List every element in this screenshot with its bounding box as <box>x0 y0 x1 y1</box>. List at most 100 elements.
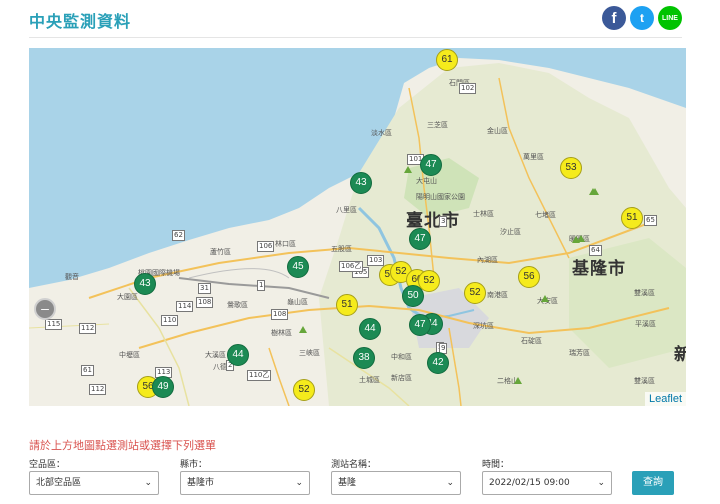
map-attribution[interactable]: Leaflet <box>644 392 686 406</box>
station-value: 基隆 <box>338 478 357 488</box>
mountain-icon <box>591 188 599 195</box>
station-marker[interactable]: 47 <box>409 314 431 336</box>
road-shield: 1 <box>257 280 266 291</box>
station-marker[interactable]: 50 <box>402 285 424 307</box>
facebook-icon[interactable]: f <box>602 6 626 30</box>
map-place-label: 新店區 <box>391 374 412 382</box>
road-shield: 3 <box>439 216 448 227</box>
page-title: 中央監測資料 <box>29 12 132 31</box>
road-shield: 115 <box>45 319 63 330</box>
map-place-label: 陽明山國家公園 <box>416 193 465 201</box>
road-shield: 62 <box>172 230 185 241</box>
station-marker[interactable]: 43 <box>134 273 156 295</box>
station-marker[interactable]: 45 <box>287 256 309 278</box>
map-place-label: 鶯歌區 <box>227 301 248 309</box>
social-share: f t LINE <box>602 6 682 30</box>
air-region-select[interactable]: 北部空品區 ⌄ <box>29 471 159 495</box>
map-city-label: 基隆市 <box>572 259 626 279</box>
map-place-label: 觀音 <box>65 273 79 281</box>
road-shield: 110乙 <box>247 370 272 381</box>
line-icon[interactable]: LINE <box>658 6 682 30</box>
road-shield: 110 <box>161 315 179 326</box>
time-value: 2022/02/15 09:00 <box>489 478 570 488</box>
map-place-label: 雙溪區 <box>634 289 655 297</box>
chevron-down-icon: ⌄ <box>597 478 605 488</box>
map-place-label: 七堵區 <box>535 211 556 219</box>
map-place-label: 雙溪區 <box>634 377 655 385</box>
station-marker[interactable]: 53 <box>560 157 582 179</box>
header-divider <box>29 37 682 38</box>
road-shield: 106 <box>257 241 275 252</box>
road-shield: 103 <box>367 255 385 266</box>
time-label: 時間： <box>482 460 510 470</box>
chevron-down-icon: ⌄ <box>295 478 303 488</box>
road-shield: 112 <box>79 323 97 334</box>
map-place-label: 南港區 <box>487 291 508 299</box>
county-label: 縣市： <box>180 460 208 470</box>
mountain-icon <box>577 235 585 242</box>
station-marker[interactable]: 51 <box>621 207 643 229</box>
map-place-label: 樹林區 <box>271 329 292 337</box>
map-place-label: 中和區 <box>391 353 412 361</box>
map-place-label: 平溪區 <box>635 320 656 328</box>
mountain-icon <box>404 166 412 173</box>
mountain-icon <box>514 377 522 384</box>
road-shield: 64 <box>589 245 602 256</box>
map-place-label: 大屯山 <box>416 177 437 185</box>
road-shield: 112 <box>89 384 107 395</box>
map-place-label: 林口區 <box>275 240 296 248</box>
query-button[interactable]: 查詢 <box>632 471 674 495</box>
air-region-label: 空品區： <box>29 460 66 470</box>
map-place-label: 金山區 <box>487 127 508 135</box>
map-place-label: 龜山區 <box>287 298 308 306</box>
road-shield: 65 <box>644 215 657 226</box>
road-shield: 106乙 <box>339 261 364 272</box>
county-select[interactable]: 基隆市 ⌄ <box>180 471 310 495</box>
twitter-icon[interactable]: t <box>630 6 654 30</box>
map-place-label: 士林區 <box>473 210 494 218</box>
map-city-label: 臺北市 <box>406 211 460 231</box>
station-marker[interactable]: 44 <box>359 318 381 340</box>
station-marker[interactable]: 49 <box>152 376 174 398</box>
map-place-label: 五股區 <box>331 245 352 253</box>
station-map[interactable]: 臺北市 基隆市 石門區 三芝區 淡水區 金山區 萬里區 大屯山 陽明山國家公園 … <box>29 48 686 406</box>
map-place-label: 深坑區 <box>473 322 494 330</box>
station-marker[interactable]: 43 <box>350 172 372 194</box>
map-place-label: 內湖區 <box>477 256 498 264</box>
station-marker[interactable]: 44 <box>227 344 249 366</box>
time-select[interactable]: 2022/02/15 09:00 ⌄ <box>482 471 612 495</box>
map-place-label: 淡水區 <box>371 129 392 137</box>
map-place-label: 八里區 <box>336 206 357 214</box>
road-shield: 102 <box>459 83 477 94</box>
station-marker[interactable]: 38 <box>353 347 375 369</box>
map-place-label: 土城區 <box>359 376 380 384</box>
station-marker[interactable]: 51 <box>336 294 358 316</box>
road-shield: 114 <box>176 301 194 312</box>
map-place-label: 三芝區 <box>427 121 448 129</box>
map-place-label: 蘆竹區 <box>210 248 231 256</box>
map-place-label: 萬里區 <box>523 153 544 161</box>
road-shield: 31 <box>198 283 211 294</box>
station-marker[interactable]: 56 <box>518 266 540 288</box>
road-shield: 108 <box>196 297 214 308</box>
map-place-label: 石碇區 <box>521 337 542 345</box>
station-marker[interactable]: 42 <box>427 352 449 374</box>
station-marker[interactable]: 61 <box>436 49 458 71</box>
zoom-out-button[interactable]: – <box>34 298 56 320</box>
map-place-label: 三峽區 <box>299 349 320 357</box>
road-shield: 61 <box>81 365 94 376</box>
map-place-label: 中壢區 <box>119 351 140 359</box>
map-city-label: 新 <box>674 345 686 365</box>
station-marker[interactable]: 52 <box>464 282 486 304</box>
map-place-label: 大園區 <box>117 293 138 301</box>
station-marker[interactable]: 52 <box>293 379 315 401</box>
station-marker[interactable]: 47 <box>409 228 431 250</box>
station-label: 測站名稱： <box>331 460 377 470</box>
road-shield: 108 <box>271 309 289 320</box>
station-select[interactable]: 基隆 ⌄ <box>331 471 461 495</box>
station-marker[interactable]: 47 <box>420 154 442 176</box>
mountain-icon <box>541 295 549 302</box>
selection-prompt: 請於上方地圖點選測站或選擇下列選單 <box>29 439 216 452</box>
chevron-down-icon: ⌄ <box>446 478 454 488</box>
air-region-value: 北部空品區 <box>36 478 82 488</box>
